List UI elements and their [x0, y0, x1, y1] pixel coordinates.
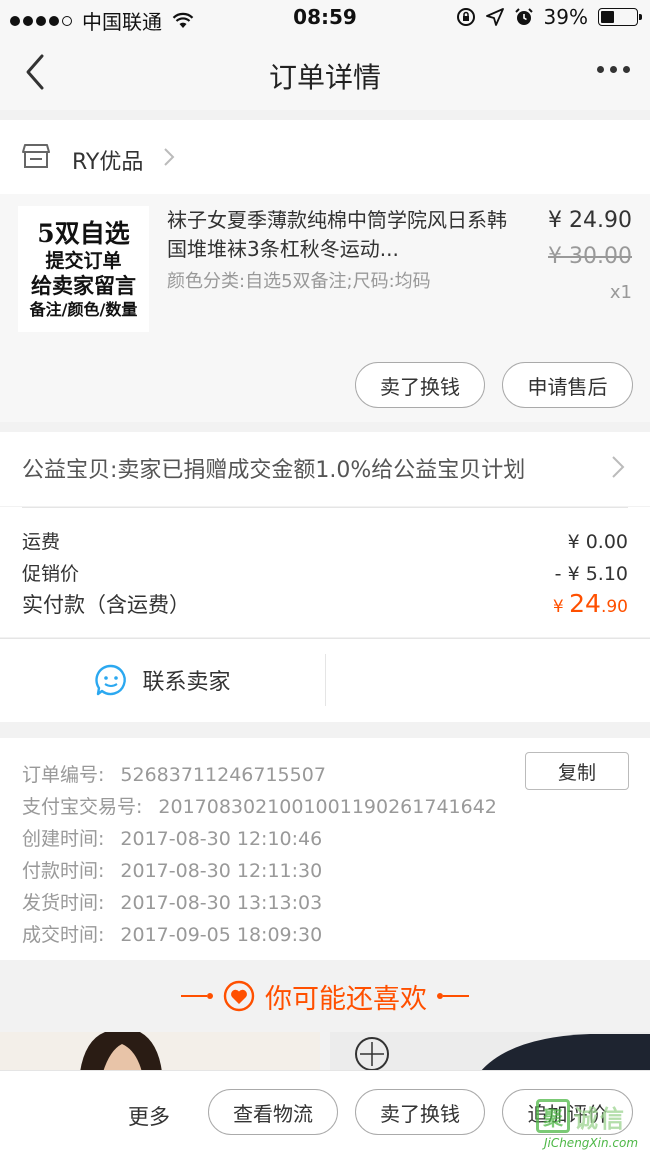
contact-seller-label: 联系卖家 [142, 670, 231, 695]
product-title[interactable]: 袜子女夏季薄款纯棉中筒学院风日系韩国堆堆袜3条杠秋冬运动... [167, 206, 512, 264]
original-price: ¥ 30.00 [548, 244, 632, 269]
total-price: ¥ 24.90 [553, 589, 628, 618]
watermark-glyph: 聚 [536, 1099, 570, 1133]
more-button[interactable]: 更多 [128, 1101, 170, 1131]
status-bar: 中国联通 08:59 39% [0, 0, 650, 36]
shop-row[interactable]: RY优品 [0, 120, 650, 194]
shipping-value: ¥ 0.00 [567, 531, 628, 553]
info-value: 2017-09-05 18:09:30 [120, 924, 323, 946]
alarm-icon [514, 8, 533, 25]
charity-row[interactable]: 公益宝贝:卖家已捐赠成交金额1.0%给公益宝贝计划 [0, 432, 650, 506]
orientation-lock-icon [456, 8, 475, 26]
info-label: 支付宝交易号: [22, 796, 143, 818]
image-line: 提交订单 [45, 249, 122, 272]
copy-button[interactable]: 复制 [525, 752, 629, 790]
image-line: 备注/颜色/数量 [29, 299, 138, 319]
recommend-header: 你可能还喜欢 [0, 960, 650, 1032]
watermark-url: JiChengXin.com [543, 1136, 639, 1150]
info-label: 创建时间: [22, 828, 105, 850]
paid-time-row: 付款时间: 2017-08-30 12:11:30 [22, 856, 322, 883]
divider [22, 507, 628, 508]
battery-icon [598, 8, 642, 26]
product-item[interactable]: 5双自选 提交订单 给卖家留言 备注/颜色/数量 袜子女夏季薄款纯棉中筒学院风日… [0, 194, 650, 422]
info-value: 2017-08-30 12:11:30 [120, 860, 323, 882]
total-integer: 24 [569, 589, 601, 618]
contact-bar: 联系卖家 [0, 638, 650, 722]
decor-line-right [437, 993, 469, 999]
shipping-label: 运费 [22, 531, 61, 553]
info-label: 发货时间: [22, 892, 105, 914]
order-number-row: 订单编号: 52683711246715507 [22, 760, 326, 787]
product-image[interactable]: 5双自选 提交订单 给卖家留言 备注/颜色/数量 [18, 206, 149, 332]
watermark-logo: 聚 诚信 JiChengXin.com [536, 1096, 646, 1154]
chevron-right-icon [612, 456, 625, 478]
shipping-row: 运费 ¥ 0.00 [22, 527, 628, 554]
info-value: 52683711246715507 [120, 764, 326, 786]
page-title: 订单详情 [268, 61, 381, 94]
info-value: 2017-08-30 12:10:46 [120, 828, 323, 850]
created-time-row: 创建时间: 2017-08-30 12:10:46 [22, 824, 322, 851]
total-label: 实付款（含运费） [22, 593, 190, 617]
view-logistics-button[interactable]: 查看物流 [208, 1089, 338, 1135]
order-info: 订单编号: 52683711246715507 复制 支付宝交易号: 2017083… [0, 738, 650, 960]
alipay-number-row: 支付宝交易号: 2017083021001001190261741642 [22, 792, 497, 819]
info-label: 成交时间: [22, 924, 105, 946]
heart-icon [223, 980, 255, 1012]
promo-row: 促销价 - ¥ 5.10 [22, 559, 628, 586]
more-options-icon[interactable] [597, 66, 630, 73]
shipped-time-row: 发货时间: 2017-08-30 13:13:03 [22, 888, 322, 915]
info-value: 2017-08-30 13:13:03 [120, 892, 323, 914]
recommend-tiles [0, 1032, 650, 1072]
recommend-product-image[interactable] [330, 1032, 650, 1072]
chevron-right-icon [164, 148, 175, 166]
promo-value: - ¥ 5.10 [554, 563, 628, 585]
product-sku: 颜色分类:自选5双备注;尺码:均码 [167, 271, 431, 292]
recommend-product-image[interactable] [0, 1032, 320, 1072]
after-sales-button[interactable]: 申请售后 [502, 362, 633, 408]
watermark-mark: 聚 诚信 [536, 1096, 646, 1136]
status-right: 39% [456, 5, 642, 29]
location-icon [485, 8, 504, 26]
completed-time-row: 成交时间: 2017-09-05 18:09:30 [22, 920, 322, 947]
cost-summary: 运费 ¥ 0.00 促销价 - ¥ 5.10 实付款（含运费） ¥ 24.90 [0, 507, 650, 637]
contact-seller-button[interactable]: 联系卖家 [0, 638, 325, 722]
vertical-divider [325, 654, 326, 706]
chat-bubble-icon [95, 664, 127, 696]
image-line: 给卖家留言 [31, 273, 136, 299]
shop-name: RY优品 [72, 150, 144, 175]
watermark-text: 诚信 [574, 1104, 626, 1133]
resell-button[interactable]: 卖了换钱 [355, 362, 485, 408]
total-row: 实付款（含运费） ¥ 24.90 [22, 589, 628, 619]
info-label: 订单编号: [22, 764, 105, 786]
recommend-title: 你可能还喜欢 [265, 983, 427, 1015]
info-value: 2017083021001001190261741642 [158, 796, 497, 818]
product-price: ¥ 24.90 [548, 208, 632, 233]
promo-label: 促销价 [22, 563, 80, 585]
store-icon [22, 144, 50, 168]
resell-button[interactable]: 卖了换钱 [355, 1089, 485, 1135]
decor-line-left [181, 993, 213, 999]
total-decimal: .90 [600, 597, 628, 617]
charity-text: 公益宝贝:卖家已捐赠成交金额1.0%给公益宝贝计划 [22, 458, 526, 483]
battery-percent: 39% [543, 5, 588, 29]
total-currency: ¥ [552, 597, 564, 617]
nav-bar: 订单详情 [0, 36, 650, 110]
image-line: 5双自选 [37, 219, 130, 249]
product-quantity: x1 [609, 282, 632, 303]
info-label: 付款时间: [22, 860, 105, 882]
